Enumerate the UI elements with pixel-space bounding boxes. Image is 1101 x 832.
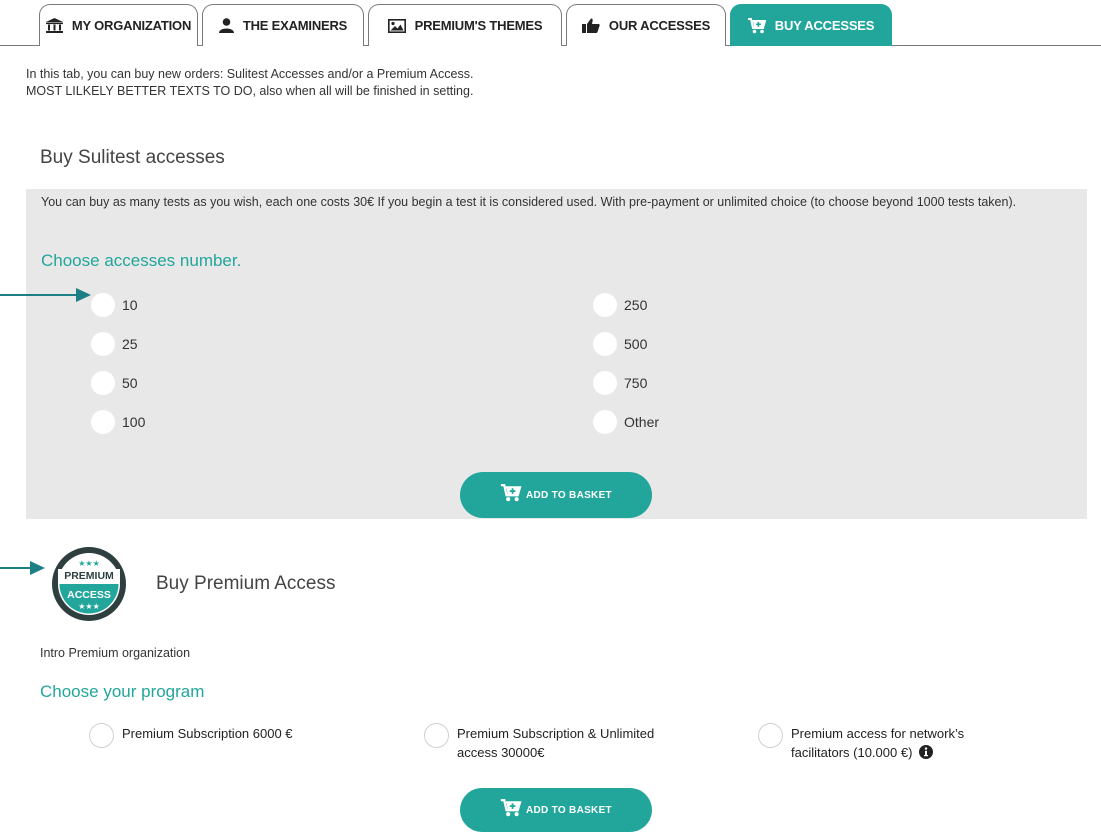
sulitest-description: You can buy as many tests as you wish, e… — [41, 195, 1017, 209]
intro-line: In this tab, you can buy new orders: Sul… — [26, 67, 474, 81]
radio-button[interactable] — [91, 410, 115, 434]
premium-section-title: Buy Premium Access — [156, 573, 336, 594]
badge-top-text: PREMIUM — [64, 570, 114, 582]
add-premium-to-basket-button[interactable]: ADD TO BASKET — [460, 788, 652, 832]
sulitest-section-title: Buy Sulitest accesses — [40, 147, 225, 168]
cart-plus-icon — [500, 484, 522, 502]
program-label: Premium Subscription 6000 € — [122, 724, 293, 743]
svg-text:★★★: ★★★ — [78, 559, 100, 568]
radio-label: 750 — [624, 375, 648, 391]
radio-option-100[interactable]: 100 — [91, 410, 145, 434]
radio-button[interactable] — [758, 723, 783, 748]
radio-label: 100 — [122, 414, 146, 430]
program-option-network-facilitators[interactable]: Premium access for network’s facilitator… — [758, 723, 964, 762]
radio-button[interactable] — [424, 723, 449, 748]
user-icon — [218, 18, 234, 33]
image-icon — [387, 18, 406, 33]
radio-option-250[interactable]: 250 — [593, 293, 647, 317]
radio-button[interactable] — [593, 332, 617, 356]
program-label-line: facilitators (10.000 €) — [791, 745, 913, 760]
radio-button[interactable] — [593, 293, 617, 317]
premium-intro-text: Intro Premium organization — [40, 646, 191, 660]
program-option-premium-subscription[interactable]: Premium Subscription 6000 € — [89, 723, 293, 748]
radio-label: 50 — [122, 375, 138, 391]
arrow-pointer-icon — [0, 288, 91, 302]
tab-the-examiners[interactable]: THE EXAMINERS — [202, 4, 364, 46]
bank-icon — [45, 18, 63, 33]
premium-access-badge-icon: PREMIUM ACCESS ★★★ ★★★ — [52, 547, 126, 621]
tab-premiums-themes[interactable]: PREMIUM'S THEMES — [368, 4, 562, 46]
radio-option-500[interactable]: 500 — [593, 332, 647, 356]
tab-bar: MY ORGANIZATION THE EXAMINERS PREMIUM'S … — [0, 0, 1101, 46]
program-label-line: Premium Subscription & Unlimited — [457, 726, 655, 741]
radio-option-other[interactable]: Other — [593, 410, 659, 434]
intro-line: MOST LILKELY BETTER TEXTS TO DO, also wh… — [26, 84, 474, 98]
radio-option-10[interactable]: 10 — [91, 293, 138, 317]
program-label-line: access 30000€ — [457, 745, 545, 760]
radio-button[interactable] — [91, 293, 115, 317]
cart-plus-icon — [500, 799, 522, 817]
badge-bottom-text: ACCESS — [67, 589, 111, 601]
radio-option-750[interactable]: 750 — [593, 371, 647, 395]
radio-button[interactable] — [91, 371, 115, 395]
radio-option-50[interactable]: 50 — [91, 371, 138, 395]
program-label-line: Premium access for network’s — [791, 726, 965, 741]
radio-button[interactable] — [89, 723, 114, 748]
intro-text: In this tab, you can buy new orders: Sul… — [26, 66, 473, 100]
tab-my-organization[interactable]: MY ORGANIZATION — [39, 4, 198, 46]
radio-label: 10 — [122, 297, 138, 313]
radio-label: Other — [624, 414, 660, 430]
program-label: Premium Subscription & Unlimited access … — [457, 724, 654, 762]
radio-button[interactable] — [593, 410, 617, 434]
radio-button[interactable] — [593, 371, 617, 395]
program-option-premium-unlimited[interactable]: Premium Subscription & Unlimited access … — [424, 723, 654, 762]
tab-buy-accesses[interactable]: BUY ACCESSES — [730, 4, 892, 46]
svg-text:★★★: ★★★ — [78, 602, 100, 611]
info-icon[interactable] — [919, 745, 934, 759]
sulitest-panel: You can buy as many tests as you wish, e… — [26, 189, 1087, 519]
arrow-pointer-icon — [0, 561, 45, 575]
cart-plus-icon — [747, 17, 766, 34]
tab-our-accesses[interactable]: OUR ACCESSES — [566, 4, 726, 46]
tab-label: THE EXAMINERS — [242, 18, 348, 33]
add-to-basket-button[interactable]: ADD TO BASKET — [460, 472, 652, 518]
tab-label: PREMIUM'S THEMES — [414, 18, 543, 33]
program-label-line: Premium Subscription 6000 € — [122, 726, 293, 741]
thumbs-up-icon — [581, 18, 600, 33]
choose-program-label: Choose your program — [40, 682, 205, 701]
program-label: Premium access for network’s facilitator… — [791, 724, 964, 762]
radio-label: 500 — [624, 336, 648, 352]
tab-label: BUY ACCESSES — [774, 18, 875, 33]
button-label: ADD TO BASKET — [526, 489, 612, 501]
tab-label: OUR ACCESSES — [608, 18, 711, 33]
radio-button[interactable] — [91, 332, 115, 356]
radio-option-25[interactable]: 25 — [91, 332, 138, 356]
button-label: ADD TO BASKET — [526, 804, 612, 816]
radio-label: 250 — [624, 297, 648, 313]
tab-label: MY ORGANIZATION — [71, 18, 192, 33]
radio-label: 25 — [122, 336, 138, 352]
choose-accesses-label: Choose accesses number. — [41, 251, 242, 270]
